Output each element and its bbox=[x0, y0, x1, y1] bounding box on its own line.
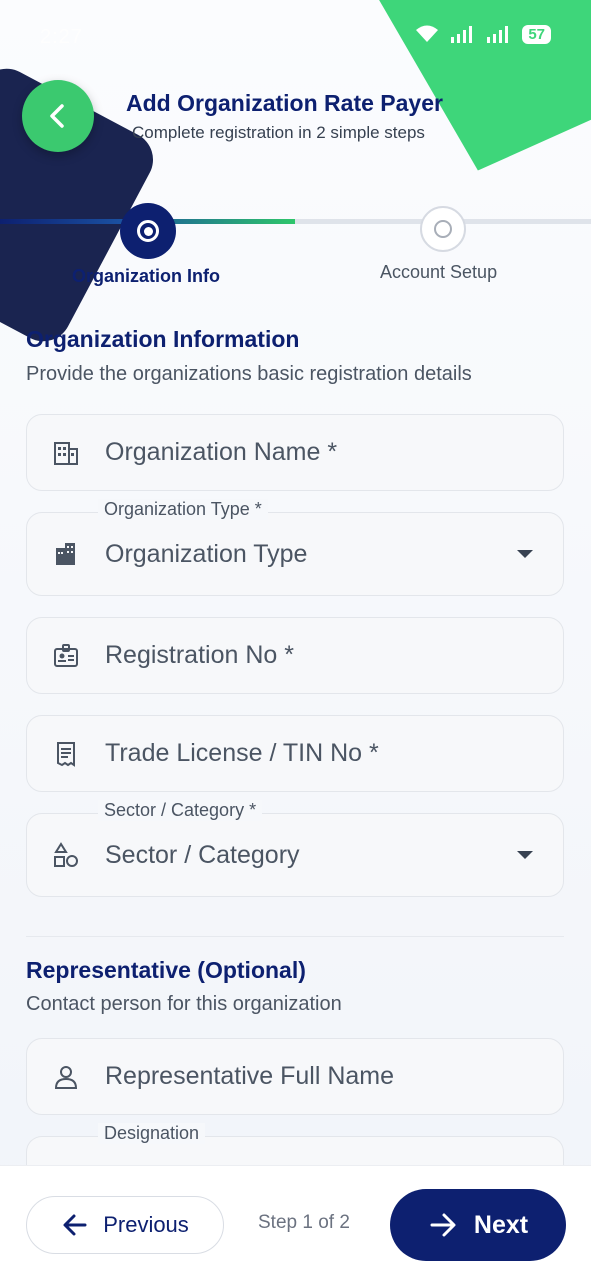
page-title: Add Organization Rate Payer bbox=[126, 90, 443, 116]
representative-section-description: Contact person for this organization bbox=[26, 993, 342, 1015]
arrow-left-icon bbox=[63, 1214, 87, 1236]
arrow-right-icon bbox=[430, 1213, 456, 1237]
bottom-navigation-bar: Previous Step 1 of 2 Next bbox=[0, 1165, 591, 1280]
organization-name-field[interactable]: Organization Name * bbox=[26, 414, 564, 491]
trade-license-field[interactable]: Trade License / TIN No * bbox=[26, 715, 564, 792]
organization-section-description: Provide the organizations basic registra… bbox=[26, 363, 472, 385]
status-icons: 57 bbox=[414, 24, 551, 44]
building-icon bbox=[51, 438, 81, 468]
registration-no-field[interactable]: Registration No * bbox=[26, 617, 564, 694]
designation-label: Designation bbox=[98, 1123, 206, 1144]
step-1-indicator[interactable] bbox=[120, 203, 176, 259]
organization-type-value: Organization Type bbox=[105, 539, 308, 568]
battery-indicator: 57 bbox=[522, 24, 551, 44]
sector-category-label: Sector / Category * bbox=[98, 800, 263, 821]
step-1-label: Organization Info bbox=[72, 266, 220, 286]
caret-down-icon bbox=[517, 550, 533, 558]
previous-button-label: Previous bbox=[103, 1212, 189, 1237]
person-icon bbox=[51, 1062, 81, 1092]
representative-section-title: Representative (Optional) bbox=[26, 957, 306, 983]
representative-name-field[interactable]: Representative Full Name bbox=[26, 1038, 564, 1115]
caret-down-icon bbox=[517, 851, 533, 859]
receipt-icon bbox=[51, 739, 81, 769]
shapes-icon bbox=[51, 840, 81, 870]
radio-active-icon bbox=[137, 220, 159, 242]
registration-no-placeholder: Registration No * bbox=[105, 641, 294, 669]
status-bar: 2:27 57 bbox=[0, 20, 591, 56]
next-button[interactable]: Next bbox=[390, 1189, 566, 1261]
organization-name-placeholder: Organization Name * bbox=[105, 438, 338, 466]
radio-inactive-icon bbox=[434, 220, 452, 238]
wifi-icon bbox=[416, 25, 439, 42]
next-button-label: Next bbox=[473, 1210, 529, 1239]
back-button[interactable] bbox=[22, 80, 94, 152]
chevron-left-icon bbox=[50, 104, 64, 128]
signal-icon-2 bbox=[487, 26, 509, 43]
representative-name-placeholder: Representative Full Name bbox=[105, 1062, 395, 1090]
sector-category-value: Sector / Category bbox=[105, 840, 300, 869]
step-counter: Step 1 of 2 bbox=[258, 1212, 350, 1233]
page-subtitle: Complete registration in 2 simple steps bbox=[132, 123, 425, 142]
step-2-indicator[interactable] bbox=[420, 206, 466, 252]
id-badge-icon bbox=[51, 641, 81, 671]
organization-section-title: Organization Information bbox=[26, 326, 300, 352]
sector-category-select[interactable]: Sector / Category bbox=[26, 813, 564, 897]
trade-license-placeholder: Trade License / TIN No * bbox=[105, 739, 379, 767]
status-time: 2:27 bbox=[40, 26, 83, 48]
previous-button[interactable]: Previous bbox=[26, 1196, 224, 1254]
buildings-icon bbox=[51, 539, 81, 569]
organization-type-select[interactable]: Organization Type bbox=[26, 512, 564, 596]
step-2-label: Account Setup bbox=[380, 262, 498, 282]
signal-icon bbox=[451, 26, 473, 43]
section-divider bbox=[26, 936, 564, 937]
organization-type-label: Organization Type * bbox=[98, 499, 268, 520]
